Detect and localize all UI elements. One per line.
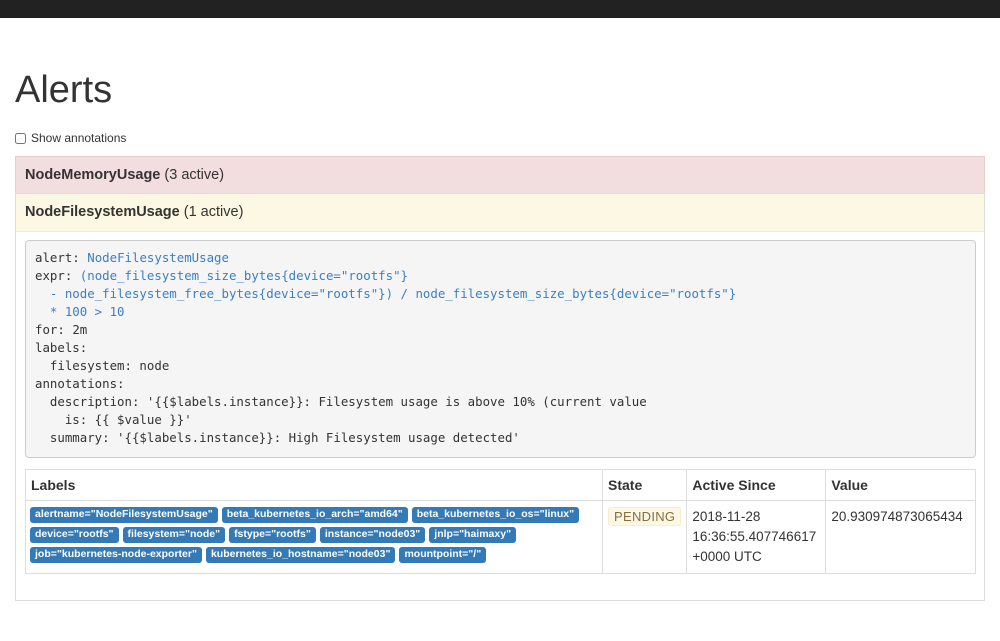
label-badge: beta_kubernetes_io_os="linux" xyxy=(411,507,580,523)
label-badge: device="rootfs" xyxy=(30,527,119,543)
label-badge: instance="node03" xyxy=(319,527,426,543)
label-badge: fstype="rootfs" xyxy=(229,527,316,543)
alert-group-header[interactable]: NodeFilesystemUsage (1 active) xyxy=(16,194,984,232)
rule-expr-line-3: * 100 > 10 xyxy=(35,304,125,319)
active-since-cell: 2018-11-28 16:36:55.407746617 +0000 UTC xyxy=(686,500,827,574)
label-badge: jnlp="haimaxy" xyxy=(429,527,517,543)
page-title: Alerts xyxy=(15,69,113,111)
label-badge: job="kubernetes-node-exporter" xyxy=(30,547,202,563)
alert-group-count: (3 active) xyxy=(164,167,225,183)
alert-group-name: NodeFilesystemUsage xyxy=(25,204,180,220)
label-badge: mountpoint="/" xyxy=(399,547,487,563)
rule-summary-line: summary: '{{$labels.instance}}: High Fil… xyxy=(35,430,520,445)
column-header-labels: Labels xyxy=(25,469,603,501)
rule-key-expr: expr: xyxy=(35,268,73,283)
column-header-state: State xyxy=(601,469,688,501)
column-header-value: Value xyxy=(825,469,976,501)
alert-group-node-memory-usage[interactable]: NodeMemoryUsage (3 active) xyxy=(15,156,985,194)
column-header-active-since: Active Since xyxy=(686,469,827,501)
value-cell: 20.930974873065434 xyxy=(825,500,976,574)
rule-for-value: 2m xyxy=(72,322,88,337)
table-row: alertname="NodeFilesystemUsage" beta_kub… xyxy=(25,500,976,574)
top-navbar xyxy=(0,0,1000,18)
label-badge: alertname="NodeFilesystemUsage" xyxy=(30,507,218,523)
rule-description-line-1: description: '{{$labels.instance}}: File… xyxy=(35,394,647,409)
rule-expr-line-2: - node_filesystem_free_bytes{device="roo… xyxy=(35,286,737,301)
status-badge: PENDING xyxy=(608,507,682,526)
labels-cell: alertname="NodeFilesystemUsage" beta_kub… xyxy=(25,500,603,574)
rule-expr-line-1: (node_filesystem_size_bytes{device="root… xyxy=(79,268,409,283)
label-badge: filesystem="node" xyxy=(122,527,226,543)
rule-alert-name: NodeFilesystemUsage xyxy=(87,250,229,265)
show-annotations-toggle[interactable]: Show annotations xyxy=(15,131,126,145)
rule-key-labels: labels: xyxy=(35,340,88,355)
alert-group-node-filesystem-usage: NodeFilesystemUsage (1 active) alert: No… xyxy=(15,193,985,601)
show-annotations-checkbox[interactable] xyxy=(15,132,26,144)
show-annotations-label: Show annotations xyxy=(31,131,127,145)
label-badge: beta_kubernetes_io_arch="amd64" xyxy=(221,507,408,523)
alert-group-count: (1 active) xyxy=(183,204,244,220)
rule-key-alert: alert: xyxy=(35,250,80,265)
alert-rule-definition: alert: NodeFilesystemUsage expr: (node_f… xyxy=(25,240,976,458)
rule-labels-line: filesystem: node xyxy=(35,358,170,373)
label-badge: kubernetes_io_hostname="node03" xyxy=(205,547,396,563)
active-alerts-table: Labels State Active Since Value alertnam… xyxy=(25,469,976,574)
table-header-row: Labels State Active Since Value xyxy=(25,469,976,501)
rule-key-for: for: xyxy=(35,322,65,337)
rule-key-annotations: annotations: xyxy=(35,376,125,391)
alert-group-header[interactable]: NodeMemoryUsage (3 active) xyxy=(16,157,984,193)
alert-group-name: NodeMemoryUsage xyxy=(25,167,161,183)
rule-description-line-2: is: {{ $value }}' xyxy=(35,412,192,427)
state-cell: PENDING xyxy=(601,500,688,574)
